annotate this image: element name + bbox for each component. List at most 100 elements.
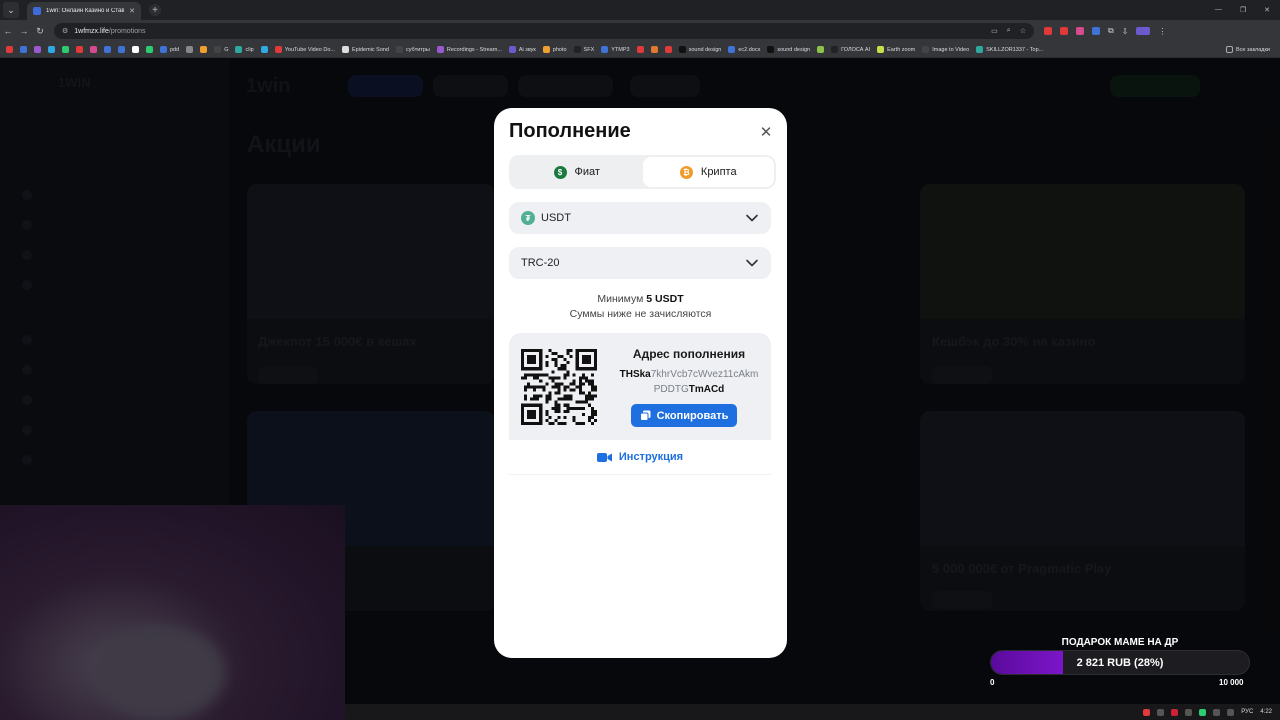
bookmark-item[interactable]: YTMP3 bbox=[601, 46, 630, 53]
bookmark-item[interactable] bbox=[76, 46, 83, 53]
bookmark-item[interactable]: G bbox=[214, 46, 228, 53]
downloads-icon[interactable]: ⇩ bbox=[1122, 27, 1129, 36]
browser-tab-active[interactable]: 1win: Онлайн Казино и Ставк... ✕ bbox=[27, 2, 141, 20]
bookmark-favicon-icon bbox=[186, 46, 194, 53]
bookmark-item[interactable]: Earth zoom bbox=[877, 46, 915, 53]
bookmark-item[interactable] bbox=[650, 46, 658, 53]
deposit-modal: Пополнение ✕ $ Фиат ₿ Крипта ₮ USDT TRC-… bbox=[494, 108, 787, 658]
instruction-link[interactable]: Инструкция bbox=[509, 439, 771, 475]
bookmark-item[interactable] bbox=[34, 46, 41, 53]
address-line-2[interactable]: PDDTGTmACd bbox=[609, 384, 769, 395]
extension-icon[interactable] bbox=[1092, 27, 1100, 35]
bookmark-item[interactable] bbox=[62, 46, 69, 53]
bookmark-item[interactable]: pdd bbox=[160, 46, 179, 53]
network-icon[interactable] bbox=[1227, 708, 1235, 716]
bookmark-item[interactable] bbox=[132, 46, 139, 53]
donation-max-label: 10 000 bbox=[1219, 678, 1244, 687]
microphone-icon[interactable] bbox=[1157, 708, 1165, 716]
bookmark-item[interactable]: ГОЛОСА AI bbox=[831, 46, 870, 53]
maximize-icon[interactable]: ❐ bbox=[1240, 6, 1246, 14]
bookmark-item[interactable]: YouTube Video Do... bbox=[274, 46, 335, 53]
bookmark-item[interactable]: sound design bbox=[678, 46, 722, 53]
cast-icon[interactable]: ▭ bbox=[991, 27, 998, 35]
bookmark-label: sound design bbox=[777, 46, 811, 53]
address-line-1[interactable]: THSka7khrVcb7cWvez11cAkm bbox=[609, 369, 769, 380]
bookmark-item[interactable] bbox=[636, 46, 644, 53]
close-icon[interactable]: ✕ bbox=[758, 124, 774, 141]
bookmark-item[interactable] bbox=[20, 46, 27, 53]
bookmark-item[interactable] bbox=[6, 46, 13, 53]
bookmark-item[interactable]: Epidemic Sond bbox=[342, 46, 389, 53]
tray-app-icon[interactable] bbox=[1171, 708, 1179, 716]
bookmark-item[interactable]: ec2.docs bbox=[728, 46, 760, 53]
language-indicator[interactable]: РУС bbox=[1241, 709, 1253, 715]
bookmark-item[interactable]: clip bbox=[235, 46, 254, 53]
system-tray: РУС 4:22 bbox=[345, 704, 1280, 720]
bookmark-item[interactable] bbox=[260, 46, 268, 53]
bookmark-item[interactable]: photo bbox=[542, 46, 567, 53]
tab-title: 1win: Онлайн Казино и Ставк... bbox=[46, 8, 125, 14]
bookmark-item[interactable] bbox=[146, 46, 153, 53]
bookmark-item[interactable]: Image to Video bbox=[922, 46, 969, 53]
copy-address-button[interactable]: Скопировать bbox=[631, 404, 737, 427]
address-bar[interactable]: ⚙ 1wfmzx.life/promotions ▭ ⌕ ☆ bbox=[54, 23, 1034, 39]
site-info-icon[interactable]: ⚙ bbox=[62, 27, 68, 35]
close-window-icon[interactable]: ✕ bbox=[1264, 6, 1270, 14]
bookmark-item[interactable]: Recordings - Stream... bbox=[436, 46, 502, 53]
bookmark-label: ГОЛОСА AI bbox=[841, 46, 871, 53]
tray-app-icon[interactable] bbox=[1185, 708, 1193, 716]
extensions-puzzle-icon[interactable]: ⧉ bbox=[1108, 26, 1114, 36]
volume-icon[interactable] bbox=[1213, 708, 1221, 716]
bookmark-item[interactable]: sound design bbox=[767, 46, 810, 53]
bookmark-item[interactable] bbox=[48, 46, 55, 53]
network-select[interactable]: TRC-20 bbox=[509, 247, 771, 279]
bookmark-item[interactable]: SKILLZOR1337 - Top... bbox=[976, 46, 1043, 53]
back-icon[interactable]: ← bbox=[0, 26, 16, 36]
tether-icon: ₮ bbox=[521, 211, 535, 225]
extension-icon[interactable] bbox=[1044, 27, 1052, 35]
bookmark-item[interactable]: SFX bbox=[573, 46, 594, 53]
reload-icon[interactable]: ↻ bbox=[32, 26, 48, 37]
bookmark-favicon-icon bbox=[601, 46, 609, 53]
bookmark-item[interactable] bbox=[90, 46, 97, 53]
folder-icon bbox=[1225, 46, 1233, 53]
bookmark-item[interactable] bbox=[200, 46, 208, 53]
bitcoin-icon: ₿ bbox=[679, 165, 693, 179]
bookmark-item[interactable] bbox=[186, 46, 194, 53]
extension-icon[interactable] bbox=[1060, 27, 1068, 35]
bookmark-item[interactable] bbox=[664, 46, 672, 53]
url-text[interactable]: 1wfmzx.life/promotions bbox=[74, 28, 145, 35]
bookmark-favicon-icon bbox=[831, 46, 839, 53]
tab-search-button[interactable]: ⌄ bbox=[3, 2, 19, 18]
browser-menu-icon[interactable]: ⋮ bbox=[1158, 27, 1166, 36]
currency-select[interactable]: ₮ USDT bbox=[509, 202, 771, 234]
all-bookmarks-button[interactable]: Все закладки bbox=[1225, 46, 1280, 53]
profile-avatar[interactable] bbox=[1136, 27, 1151, 35]
bookmark-label: sound design bbox=[688, 46, 722, 53]
extension-icon[interactable] bbox=[1076, 27, 1084, 35]
bookmark-item[interactable] bbox=[817, 46, 825, 53]
bookmark-label: Image to Video bbox=[932, 46, 970, 53]
tab-crypto-label: Крипта bbox=[700, 166, 737, 178]
tray-app-icon[interactable] bbox=[1143, 708, 1151, 716]
bookmark-star-icon[interactable]: ☆ bbox=[1020, 27, 1026, 35]
bookmark-item[interactable] bbox=[118, 46, 125, 53]
bookmark-favicon-icon bbox=[118, 46, 125, 53]
bookmark-favicon-icon bbox=[34, 46, 41, 53]
minimize-icon[interactable]: — bbox=[1215, 6, 1222, 14]
bookmark-favicon-icon bbox=[48, 46, 55, 53]
bookmark-favicon-icon bbox=[20, 46, 27, 53]
tab-close-icon[interactable]: ✕ bbox=[129, 7, 135, 15]
new-tab-button[interactable]: + bbox=[149, 4, 161, 16]
forward-icon[interactable]: → bbox=[16, 26, 32, 36]
bookmark-item[interactable]: Ai звук bbox=[508, 46, 536, 53]
clock[interactable]: 4:22 bbox=[1260, 709, 1272, 715]
spotify-icon[interactable] bbox=[1199, 708, 1207, 716]
video-camera-icon bbox=[596, 452, 612, 462]
tab-fiat[interactable]: $ Фиат bbox=[511, 157, 643, 187]
donation-progress-bar: 2 821 RUB (28%) bbox=[990, 650, 1250, 675]
zoom-icon[interactable]: ⌕ bbox=[1007, 27, 1011, 35]
tab-crypto[interactable]: ₿ Крипта bbox=[642, 157, 774, 187]
bookmark-item[interactable]: субтитры bbox=[396, 46, 430, 53]
bookmark-item[interactable] bbox=[104, 46, 111, 53]
